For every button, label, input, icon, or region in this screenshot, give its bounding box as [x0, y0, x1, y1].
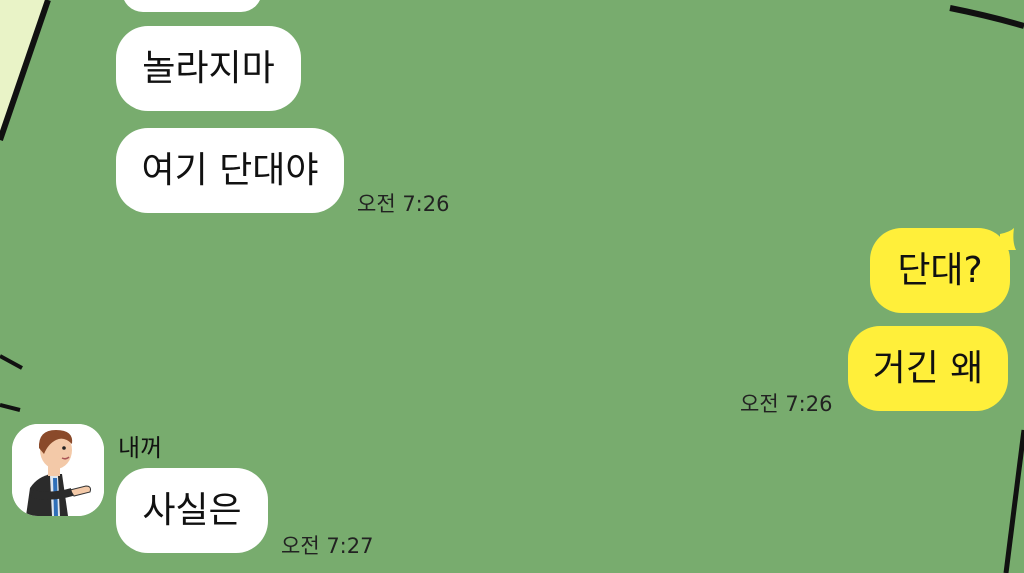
- message-timestamp: 오전 7:26: [357, 192, 450, 216]
- incoming-message[interactable]: 놀라지마: [116, 26, 301, 111]
- avatar-man-in-suit-icon: [12, 424, 104, 516]
- chat-screen: 놀라지마 여기 단대야 오전 7:26 단대? 거긴 왜 오전 7:26 내꺼 …: [0, 0, 1024, 573]
- outgoing-message[interactable]: 거긴 왜: [848, 326, 1008, 411]
- message-timestamp: 오전 7:27: [281, 534, 374, 558]
- outgoing-message[interactable]: 단대?: [870, 228, 1010, 313]
- outgoing-bubble-tail: [1000, 228, 1016, 250]
- incoming-message[interactable]: 사실은: [116, 468, 268, 553]
- incoming-bubble-partial: [122, 0, 262, 12]
- sender-avatar[interactable]: [12, 424, 104, 516]
- incoming-message[interactable]: 여기 단대야: [116, 128, 344, 213]
- sender-name: 내꺼: [118, 434, 163, 462]
- message-timestamp: 오전 7:26: [740, 392, 833, 416]
